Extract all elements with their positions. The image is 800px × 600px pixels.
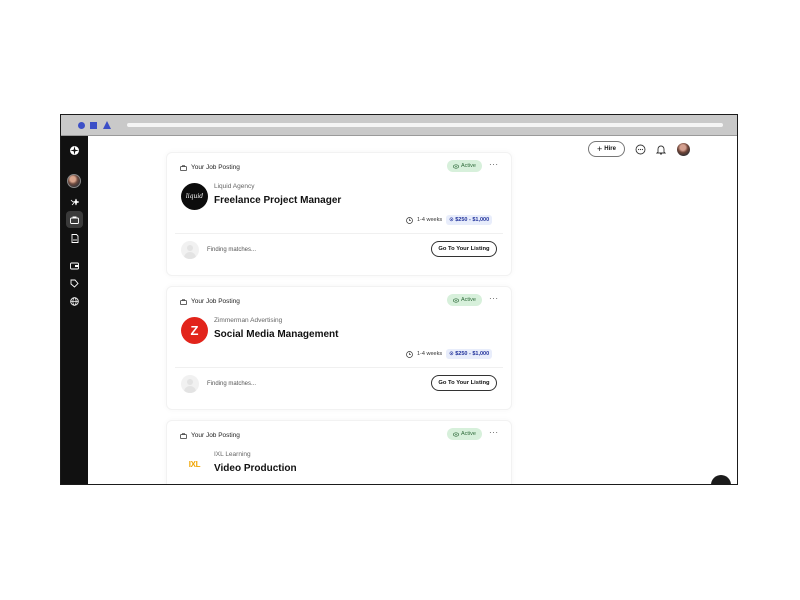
more-options-icon[interactable]: ··· [489, 295, 499, 303]
card-header-label: Your Job Posting [191, 298, 240, 305]
briefcase-icon [180, 432, 187, 439]
chat-icon[interactable] [634, 143, 646, 155]
address-bar[interactable] [127, 123, 723, 127]
card-header: Your Job Posting [180, 298, 240, 305]
status-label: Active [461, 297, 476, 303]
sidebar [61, 136, 88, 484]
circle-shape-icon [78, 122, 85, 129]
status-badge: Active [447, 428, 482, 440]
clock-icon [406, 350, 413, 358]
status-badge: Active [447, 160, 482, 172]
duration: 1-4 weeks [417, 351, 443, 357]
status-badge: Active [447, 294, 482, 306]
company-logo: Z [181, 317, 208, 344]
job-card: Your Job Posting Active ··· Z Zimmerman … [166, 286, 512, 410]
status-label: Active [461, 163, 476, 169]
briefcase-icon [180, 298, 187, 305]
company-logo: liquid [181, 183, 208, 210]
eye-icon [453, 163, 459, 169]
plus-icon: + [597, 143, 603, 154]
browser-chrome [61, 115, 737, 136]
briefcase-icon[interactable] [61, 211, 88, 228]
placeholder-avatar [181, 241, 199, 259]
card-header: Your Job Posting [180, 164, 240, 171]
card-header-label: Your Job Posting [191, 164, 240, 171]
divider [175, 233, 503, 234]
wallet-icon[interactable] [61, 259, 88, 273]
coin-icon: ⊙ [449, 217, 454, 223]
eye-icon [453, 297, 459, 303]
more-options-icon[interactable]: ··· [489, 429, 499, 437]
app-logo-icon[interactable] [61, 143, 88, 157]
company-logo: IXL [181, 451, 208, 478]
job-meta: 1-4 weeks ⊙ $250 - $1,000 [406, 349, 493, 359]
finding-matches-text: Finding matches... [207, 247, 257, 253]
job-title[interactable]: Video Production [214, 463, 297, 474]
company-name: IXL Learning [214, 451, 251, 458]
square-shape-icon [90, 122, 97, 129]
avatar[interactable] [67, 174, 81, 188]
eye-icon [453, 431, 459, 437]
finding-matches-text: Finding matches... [207, 381, 257, 387]
user-avatar[interactable] [677, 143, 690, 156]
status-label: Active [461, 431, 476, 437]
company-name: Zimmerman Advertising [214, 317, 283, 324]
bell-icon[interactable] [655, 143, 667, 155]
chat-launcher-button[interactable] [711, 475, 731, 484]
browser-window: + Hire Your Job Posting Active ··· liqui… [60, 114, 738, 485]
divider [175, 367, 503, 368]
clock-icon [406, 216, 413, 224]
price-range: ⊙ $250 - $1,000 [446, 349, 493, 359]
sparkle-icon[interactable] [61, 195, 88, 209]
price-label: $250 - $1,000 [455, 351, 490, 357]
card-header: Your Job Posting [180, 432, 240, 439]
triangle-shape-icon [103, 121, 111, 129]
more-options-icon[interactable]: ··· [489, 161, 499, 169]
go-to-listing-button[interactable]: Go To Your Listing [431, 375, 497, 391]
price-range: ⊙ $250 - $1,000 [446, 215, 493, 225]
card-header-label: Your Job Posting [191, 432, 240, 439]
tag-icon[interactable] [61, 276, 88, 290]
hire-label: Hire [604, 146, 616, 152]
duration: 1-4 weeks [417, 217, 443, 223]
job-title[interactable]: Freelance Project Manager [214, 195, 341, 206]
hire-button[interactable]: + Hire [588, 141, 625, 157]
ixl-logo-text: IXL [188, 460, 201, 469]
placeholder-avatar [181, 375, 199, 393]
job-card: Your Job Posting Active ··· liquid Liqui… [166, 152, 512, 276]
coin-icon: ⊙ [449, 351, 454, 357]
job-title[interactable]: Social Media Management [214, 329, 338, 340]
globe-icon[interactable] [61, 294, 88, 308]
go-to-listing-button[interactable]: Go To Your Listing [431, 241, 497, 257]
company-name: Liquid Agency [214, 183, 255, 190]
price-label: $250 - $1,000 [455, 217, 490, 223]
job-meta: 1-4 weeks ⊙ $250 - $1,000 [406, 215, 493, 225]
job-card: Your Job Posting Active ··· IXL IXL Lear… [166, 420, 512, 484]
briefcase-icon [180, 164, 187, 171]
document-icon[interactable] [61, 231, 88, 245]
